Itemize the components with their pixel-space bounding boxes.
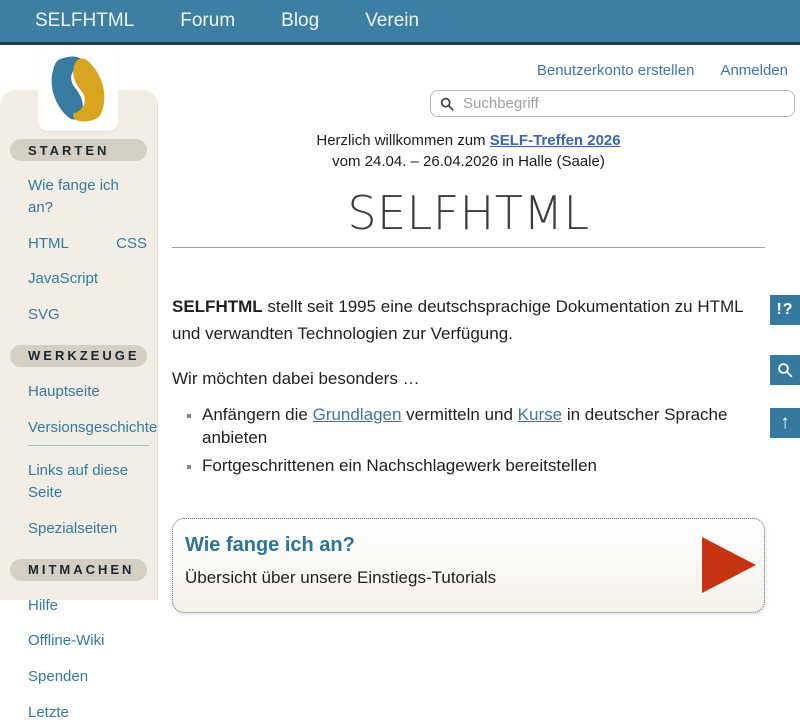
main-content: Herzlich willkommen zum SELF-Treffen 202… <box>172 130 765 613</box>
getting-started-teaser[interactable]: Wie fange ich an? Übersicht über unsere … <box>172 518 765 613</box>
title-divider <box>172 247 765 248</box>
list-item: Anfängern die Grundlagen vermitteln und … <box>202 404 765 450</box>
list-item: Fortgeschrittenen ein Nachschlagewerk be… <box>202 455 765 478</box>
sidebar-item-hilfe[interactable]: Hilfe <box>28 595 147 617</box>
sidebar-section-werkzeuge: WERKZEUGE <box>10 345 147 367</box>
sidebar-row-html-css: HTML CSS <box>28 233 147 255</box>
intro-bold: SELFHTML <box>172 297 263 316</box>
sidebar-item-spenden[interactable]: Spenden <box>28 666 147 688</box>
nav-item-selfhtml[interactable]: SELFHTML <box>35 10 134 32</box>
goal-1-mid: vermitteln und <box>401 405 517 424</box>
sidebar-section-starten: STARTEN <box>10 139 147 161</box>
search-jump-button[interactable] <box>770 355 800 385</box>
sidebar-item-wie-fange-ich-an[interactable]: Wie fange ich an? <box>28 175 147 219</box>
lead-paragraph: Wir möchten dabei besonders … <box>172 369 765 389</box>
sidebar-item-css[interactable]: CSS <box>116 233 147 255</box>
page-title: SELFHTML <box>172 186 765 241</box>
sidebar-section-mitmachen: MITMACHEN <box>10 559 147 581</box>
selfhtml-logo[interactable] <box>38 47 118 131</box>
sidebar-item-letzte[interactable]: Letzte <box>28 702 147 724</box>
magnifier-icon <box>777 362 793 378</box>
kurse-link[interactable]: Kurse <box>518 405 562 424</box>
up-arrow-icon: ↑ <box>780 412 790 434</box>
sidebar-item-spezialseiten[interactable]: Spezialseiten <box>28 518 147 540</box>
top-navigation-bar: SELFHTML Forum Blog Verein <box>0 0 800 45</box>
welcome-line-2: vom 24.04. – 26.04.2026 in Halle (Saale) <box>172 151 765 172</box>
sidebar-item-svg[interactable]: SVG <box>28 304 147 326</box>
self-treffen-link[interactable]: SELF-Treffen 2026 <box>490 132 621 149</box>
play-arrow-icon[interactable] <box>702 537 756 593</box>
teaser-text: Übersicht über unsere Einstiegs-Tutorial… <box>185 568 664 588</box>
scroll-to-top-button[interactable]: ↑ <box>770 408 800 438</box>
nav-item-forum[interactable]: Forum <box>180 10 235 32</box>
sidebar-item-javascript[interactable]: JavaScript <box>28 268 147 290</box>
sidebar-item-links-auf-diese-seite[interactable]: Links auf diese Seite <box>28 460 147 504</box>
account-links: Benutzerkonto erstellen Anmelden <box>537 62 788 79</box>
sidebar-item-versionsgeschichte[interactable]: Versionsgeschichte <box>28 417 147 439</box>
search-box[interactable] <box>430 90 795 117</box>
welcome-prefix: Herzlich willkommen zum <box>316 132 489 149</box>
nav-item-blog[interactable]: Blog <box>281 10 319 32</box>
sidebar-divider <box>28 445 149 446</box>
goals-list: Anfängern die Grundlagen vermitteln und … <box>172 404 765 478</box>
sidebar: STARTEN Wie fange ich an? HTML CSS JavaS… <box>0 90 158 600</box>
welcome-line-1: Herzlich willkommen zum SELF-Treffen 202… <box>172 130 765 151</box>
welcome-banner: Herzlich willkommen zum SELF-Treffen 202… <box>172 130 765 172</box>
sidebar-item-html[interactable]: HTML <box>28 233 69 255</box>
help-button[interactable]: !? <box>770 295 800 325</box>
selfhtml-s-icon <box>45 54 111 124</box>
nav-item-verein[interactable]: Verein <box>365 10 419 32</box>
teaser-title[interactable]: Wie fange ich an? <box>185 534 664 557</box>
login-link[interactable]: Anmelden <box>720 62 788 79</box>
sidebar-item-offline-wiki[interactable]: Offline-Wiki <box>28 630 147 652</box>
grundlagen-link[interactable]: Grundlagen <box>313 405 402 424</box>
search-input[interactable] <box>461 94 785 113</box>
goal-1-text: Anfängern die <box>202 405 313 424</box>
intro-paragraph: SELFHTML stellt seit 1995 eine deutschsp… <box>172 294 765 347</box>
search-icon <box>440 97 454 111</box>
create-account-link[interactable]: Benutzerkonto erstellen <box>537 62 695 79</box>
sidebar-item-hauptseite[interactable]: Hauptseite <box>28 381 147 403</box>
